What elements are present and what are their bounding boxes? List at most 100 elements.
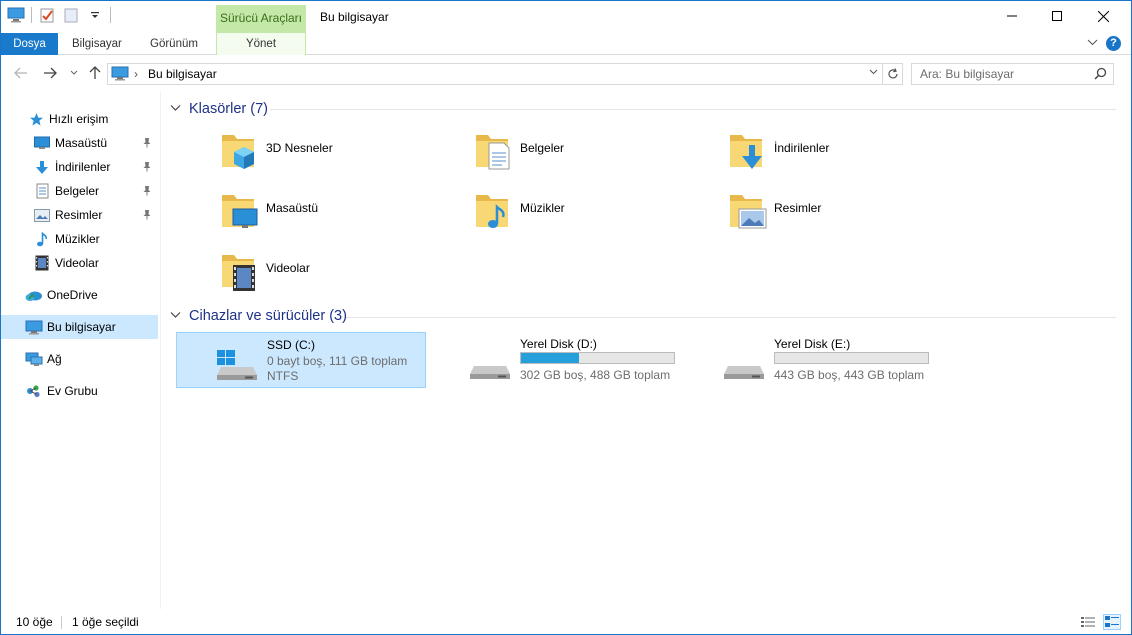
tab-file[interactable]: Dosya [1,33,58,55]
folder-tile-pictures[interactable]: Resimler [728,189,968,245]
quick-access-toolbar [7,6,111,24]
sidebar-item-music[interactable]: Müzikler [1,227,158,251]
documents-folder-icon [476,135,510,170]
expand-ribbon-chevron-icon[interactable] [1087,37,1098,51]
folder-tile-videos[interactable]: Videolar [220,249,460,305]
back-button[interactable] [11,63,31,83]
sidebar-item-downloads[interactable]: İndirilenler [1,155,158,179]
group-header-folders[interactable]: Klasörler (7) [170,99,268,119]
sidebar-item-homegroup[interactable]: Ev Grubu [1,379,158,403]
sidebar-item-network[interactable]: Ağ [1,347,158,371]
refresh-button[interactable] [883,63,903,85]
maximize-button[interactable] [1034,1,1080,31]
sidebar-item-documents[interactable]: Belgeler [1,179,158,203]
music-icon [33,230,51,248]
recent-locations-chevron-icon[interactable] [64,63,84,83]
breadcrumb-this-pc[interactable]: Bu bilgisayar [148,67,217,81]
breadcrumb-chevron-icon[interactable]: › [134,67,138,81]
sidebar-item-label: OneDrive [47,288,98,302]
item-count: 10 öğe [16,615,53,629]
tab-view[interactable]: Görünüm [138,33,210,55]
window-title: Bu bilgisayar [320,10,389,24]
tab-computer[interactable]: Bilgisayar [60,33,134,55]
minimize-button[interactable] [989,1,1035,31]
folder-tile-music[interactable]: Müzikler [474,189,714,245]
videos-folder-icon [222,255,255,291]
folder-tile-3d-objects[interactable]: 3D Nesneler [220,129,460,185]
search-icon[interactable] [1094,67,1107,83]
group-header-label: Klasörler (7) [189,101,268,117]
folder-tile-downloads[interactable]: İndirilenler [728,129,968,185]
tiles-view-button[interactable] [1103,614,1121,630]
sidebar-item-label: Ağ [47,352,62,366]
pictures-folder-icon [730,195,767,229]
pin-icon[interactable] [142,137,152,151]
address-bar[interactable]: › Bu bilgisayar [107,63,883,85]
drive-space-info: 0 bayt boş, 111 GB toplam [267,354,408,368]
folder-label: Müzikler [520,201,565,215]
pin-icon[interactable] [142,161,152,175]
collapse-chevron-icon[interactable] [170,311,181,322]
customize-toolbar-icon[interactable] [86,6,104,24]
drive-tile-c[interactable]: SSD (C:) 0 bayt boş, 111 GB toplam NTFS [176,332,426,388]
search-input[interactable] [912,64,1082,84]
folder-label: İndirilenler [774,141,830,155]
download-icon [33,158,51,176]
sidebar-item-onedrive[interactable]: OneDrive [1,283,158,307]
sidebar-item-desktop[interactable]: Masaüstü [1,131,158,155]
group-header-label: Cihazlar ve sürücüler (3) [189,308,347,324]
desktop-icon [33,134,51,152]
collapse-chevron-icon[interactable] [170,104,181,115]
file-explorer-window: Sürücü Araçları Bu bilgisayar Dosya Bilg… [0,0,1132,635]
content-pane: Klasörler (7) 3D Nesneler Belgeler İndir… [162,91,1130,609]
drive-name: SSD (C:) [267,338,315,352]
status-divider [61,616,62,629]
folder-label: Resimler [774,201,822,215]
document-icon [33,182,51,200]
hard-disk-icon [724,366,764,379]
music-folder-icon [476,195,508,228]
help-icon[interactable]: ? [1106,36,1121,51]
toolbar-separator [110,7,111,23]
drive-space-info: 443 GB boş, 443 GB toplam [774,368,925,382]
search-box[interactable] [911,63,1114,85]
drive-name: Yerel Disk (D:) [520,337,597,351]
new-folder-icon[interactable] [62,6,80,24]
sidebar-item-pictures[interactable]: Resimler [1,203,158,227]
sidebar-item-quick-access[interactable]: Hızlı erişim [1,107,158,131]
drive-name: Yerel Disk (E:) [774,337,851,351]
properties-icon[interactable] [38,6,56,24]
computer-icon[interactable] [7,6,25,24]
forward-button[interactable] [40,63,60,83]
hard-disk-icon [470,366,510,379]
sidebar-item-videos[interactable]: Videolar [1,251,158,275]
folder-tile-desktop[interactable]: Masaüstü [220,189,460,245]
sidebar-item-label: Hızlı erişim [49,112,109,126]
sidebar-item-label: Müzikler [55,232,100,246]
pin-icon[interactable] [142,209,152,223]
star-icon [27,110,45,128]
selected-count: 1 öğe seçildi [72,615,139,629]
drive-space-info: 302 GB boş, 488 GB toplam [520,368,671,382]
tab-manage[interactable]: Yönet [216,33,306,55]
drive-tile-e[interactable]: Yerel Disk (E:) 443 GB boş, 443 GB topla… [684,332,934,388]
group-divider [346,317,1116,318]
sidebar-item-label: Belgeler [55,184,100,198]
sidebar-item-label: Bu bilgisayar [47,320,116,334]
pin-icon[interactable] [142,185,152,199]
drive-tile-d[interactable]: Yerel Disk (D:) 302 GB boş, 488 GB topla… [430,332,680,388]
details-view-button[interactable] [1079,614,1097,630]
close-button[interactable] [1080,1,1126,31]
address-dropdown-icon[interactable] [869,67,878,79]
group-divider [270,109,1116,110]
up-button[interactable] [85,63,105,83]
sidebar-item-this-pc[interactable]: Bu bilgisayar [1,315,158,339]
windows-drive-icon [217,350,257,380]
folder-tile-documents[interactable]: Belgeler [474,129,714,185]
sidebar-item-label: Videolar [55,256,99,270]
group-header-devices[interactable]: Cihazlar ve sürücüler (3) [170,306,347,326]
tiles-view-icon [1105,616,1119,627]
ribbon-tab-strip: Dosya Bilgisayar Görünüm Yönet [1,33,1131,55]
sidebar-item-label: İndirilenler [55,160,111,174]
drive-usage-fill [521,353,580,363]
